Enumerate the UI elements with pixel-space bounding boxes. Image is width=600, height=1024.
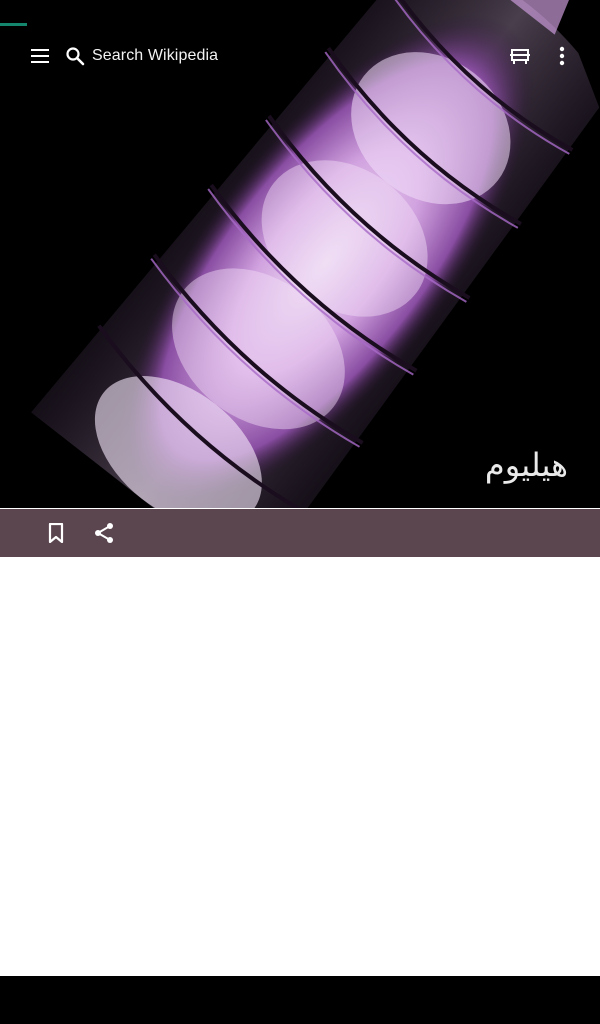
- more-vertical-icon: [559, 46, 565, 66]
- share-icon: [95, 523, 113, 543]
- article-content: [0, 557, 600, 976]
- article-action-bar: [0, 509, 600, 557]
- menu-icon: [31, 49, 49, 63]
- article-title: هيليوم: [484, 446, 568, 484]
- share-button[interactable]: [80, 509, 128, 557]
- search-placeholder: Search Wikipedia: [92, 47, 219, 64]
- reading-lists-icon: [510, 49, 530, 64]
- menu-button[interactable]: [16, 32, 64, 80]
- overflow-menu-button[interactable]: [538, 32, 586, 80]
- reading-lists-button[interactable]: [496, 32, 544, 80]
- search-icon: [60, 38, 90, 74]
- top-toolbar: Search Wikipedia: [0, 32, 600, 80]
- bookmark-icon: [48, 523, 64, 543]
- loading-progress-bar: [0, 23, 27, 26]
- save-bookmark-button[interactable]: [32, 509, 80, 557]
- search-input[interactable]: Search Wikipedia: [60, 38, 400, 74]
- app-screen: Search Wikipedia هيليوم: [0, 0, 600, 1024]
- system-navigation-bar: [0, 976, 600, 1024]
